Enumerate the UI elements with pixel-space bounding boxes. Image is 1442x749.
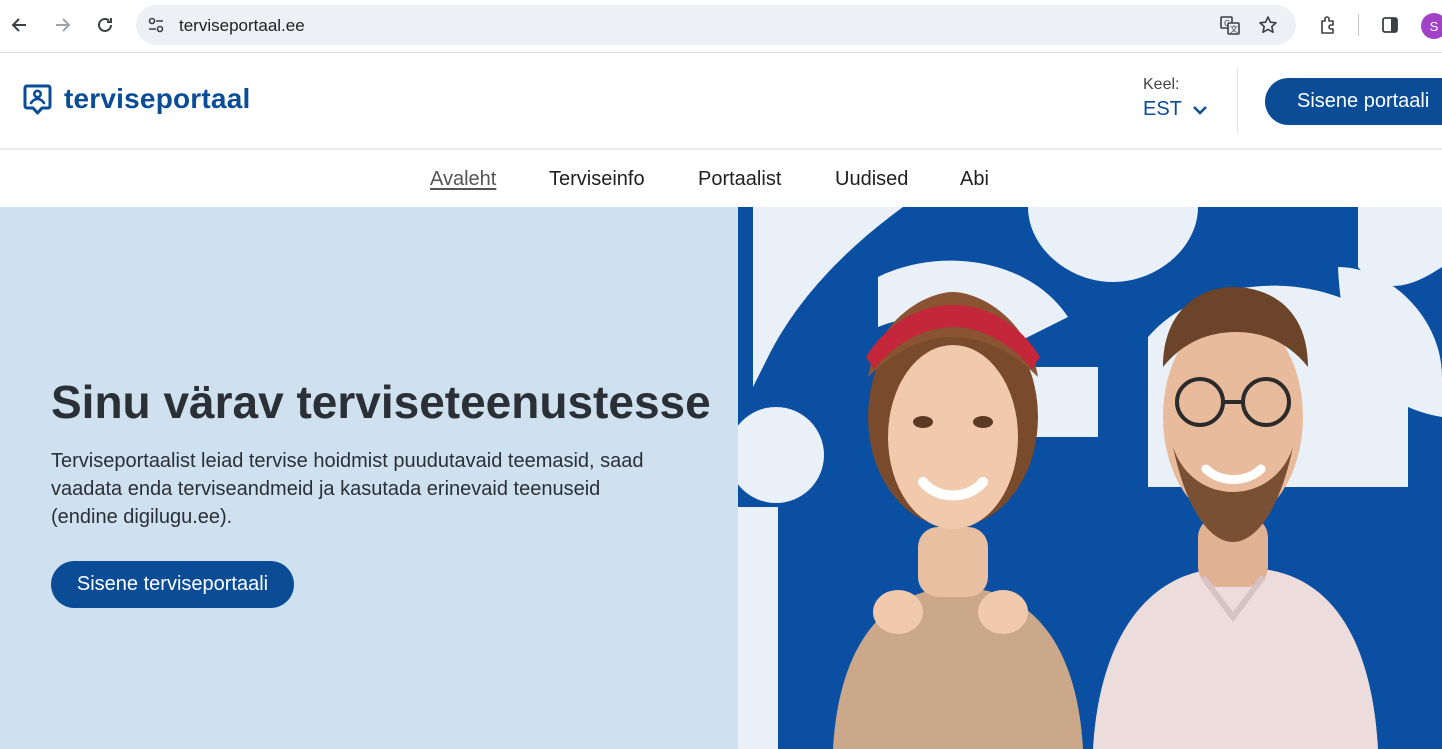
nav-item-abi[interactable]: Abi (960, 168, 989, 191)
extensions-button[interactable] (1313, 10, 1343, 40)
nav-item-avaleht[interactable]: Avaleht (430, 168, 496, 191)
back-arrow-icon (11, 18, 26, 32)
hero-photo (738, 207, 1442, 749)
svg-text:文: 文 (1230, 24, 1238, 34)
url-text[interactable]: terviseportaal.ee (179, 16, 305, 36)
site-logo[interactable]: terviseportaal (23, 83, 250, 115)
forward-arrow-icon (56, 18, 71, 32)
enter-portal-button[interactable]: Sisene portaali (1265, 78, 1442, 125)
site-info-icon[interactable] (144, 13, 168, 37)
toolbar-divider (1358, 14, 1359, 36)
logo-text: terviseportaal (64, 83, 251, 114)
browser-toolbar: terviseportaal.ee G文 S (0, 0, 1442, 53)
site-header: terviseportaal Keel: EST Sisene portaali (0, 54, 1442, 150)
nav-item-uudised[interactable]: Uudised (835, 168, 908, 191)
language-dropdown[interactable]: EST (1143, 98, 1208, 121)
hero-description: Terviseportaalist leiad tervise hoidmist… (51, 450, 644, 528)
nav-item-portaalist[interactable]: Portaalist (698, 168, 781, 191)
hero-title: Sinu värav terviseteenustesse (51, 376, 711, 428)
side-panel-icon (1382, 17, 1398, 33)
address-bar[interactable]: terviseportaal.ee G文 (136, 5, 1296, 45)
hero-illustration (738, 207, 1442, 749)
header-divider (1237, 68, 1238, 134)
profile-avatar[interactable]: S (1421, 13, 1442, 39)
nav-item-terviseinfo[interactable]: Terviseinfo (549, 168, 645, 191)
reload-button[interactable] (90, 10, 120, 40)
hero-section: Sinu värav terviseteenustesse Tervisepor… (0, 207, 738, 749)
chevron-down-icon (1193, 105, 1207, 115)
main-navigation: Avaleht Terviseinfo Portaalist Uudised A… (0, 150, 1442, 207)
enter-health-portal-button[interactable]: Sisene terviseportaali (51, 561, 294, 608)
language-value: EST (1143, 98, 1182, 120)
side-panel-button[interactable] (1375, 10, 1405, 40)
translate-icon[interactable]: G文 (1218, 13, 1242, 37)
language-selector[interactable]: Keel: EST (1143, 76, 1208, 121)
bookmark-star-icon[interactable] (1256, 13, 1280, 37)
logo-icon (23, 84, 52, 114)
back-button[interactable] (5, 10, 35, 40)
language-label: Keel: (1143, 76, 1180, 93)
reload-icon (98, 17, 112, 32)
forward-button[interactable] (47, 10, 77, 40)
puzzle-icon (1321, 16, 1334, 34)
